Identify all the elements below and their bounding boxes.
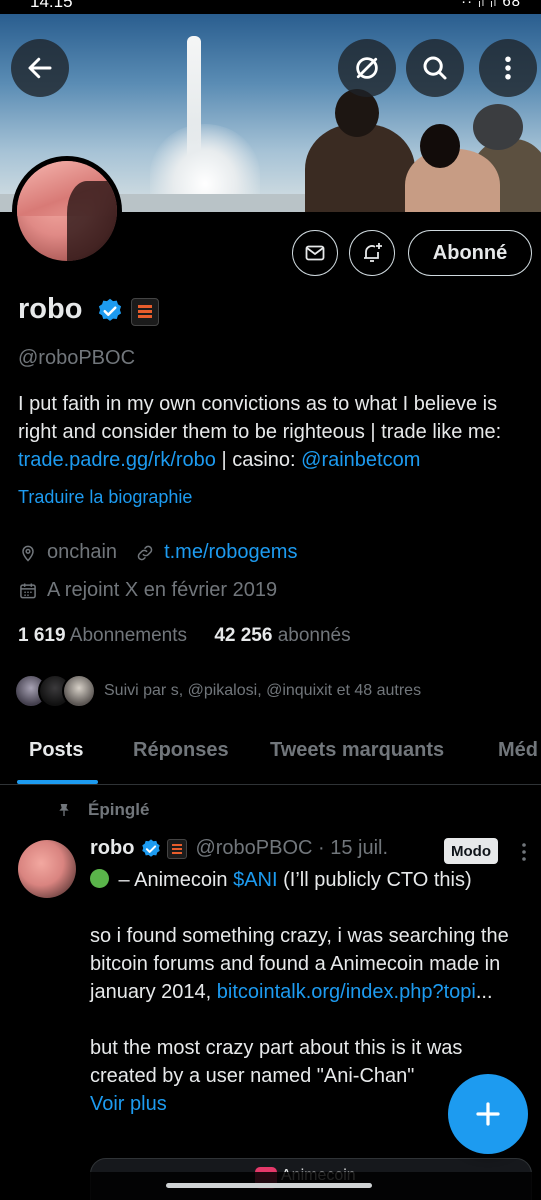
profile-location: onchain bbox=[47, 541, 118, 563]
bio-link-casino[interactable]: @rainbetcom bbox=[301, 449, 420, 471]
search-button[interactable] bbox=[406, 39, 464, 97]
profile-handle: @roboPBOC bbox=[18, 347, 136, 369]
pinned-text: Épinglé bbox=[88, 800, 150, 819]
message-button[interactable] bbox=[292, 230, 338, 276]
link-icon bbox=[137, 545, 153, 560]
tweet-link[interactable]: bitcointalk.org/index.php?topi bbox=[217, 981, 476, 1003]
bell-plus-icon bbox=[364, 243, 382, 262]
profile-joined: A rejoint X en février 2019 bbox=[47, 579, 278, 601]
hide-button[interactable] bbox=[338, 39, 396, 97]
profile-tabs: Posts Réponses Tweets marquants Méd bbox=[0, 733, 541, 785]
tab-posts[interactable]: Posts bbox=[29, 739, 83, 762]
tab-replies[interactable]: Réponses bbox=[133, 739, 229, 762]
notify-button[interactable] bbox=[349, 230, 395, 276]
affiliate-logo-icon bbox=[172, 843, 183, 854]
affiliate-badge bbox=[167, 838, 188, 859]
back-button[interactable] bbox=[11, 39, 69, 97]
followers-label: abonnés bbox=[277, 625, 351, 646]
affiliate-logo-icon bbox=[138, 305, 152, 319]
followed-by-row[interactable]: Suivi par s, @pikalosi, @inquixit et 48 … bbox=[14, 674, 421, 708]
following-button[interactable]: Abonné bbox=[408, 230, 532, 276]
mod-badge: Modo bbox=[444, 838, 498, 864]
search-icon bbox=[423, 56, 447, 80]
bio-text: I put faith in my own convictions as to … bbox=[18, 393, 502, 443]
follow-counts: 1 619 Abonnements 42 256 abonnés bbox=[18, 625, 351, 647]
tweet-spacer bbox=[90, 1006, 530, 1034]
affiliate-badge[interactable] bbox=[131, 298, 159, 326]
followers-count: 42 256 bbox=[214, 625, 273, 646]
avatar-image bbox=[17, 161, 117, 261]
message-icon bbox=[305, 245, 325, 261]
back-arrow-icon bbox=[28, 57, 52, 79]
following-label: Abonnements bbox=[69, 625, 188, 646]
status-icons: ·· ᵢₗ ᵢₗ 68 bbox=[461, 0, 521, 10]
plus-icon bbox=[476, 1102, 500, 1126]
banner-people bbox=[305, 84, 541, 212]
tweet-more-icon[interactable] bbox=[516, 840, 532, 864]
system-nav-bar bbox=[0, 1172, 541, 1200]
bio-separator: | casino: bbox=[215, 449, 302, 471]
tab-highlights[interactable]: Tweets marquants bbox=[270, 739, 444, 762]
active-tab-indicator bbox=[17, 780, 98, 784]
green-circle-emoji bbox=[90, 869, 109, 888]
banner-person-head bbox=[473, 104, 523, 150]
profile-website[interactable]: t.me/robogems bbox=[164, 541, 297, 564]
pinned-label: Épinglé bbox=[56, 800, 149, 820]
following-link[interactable]: 1 619 Abonnements bbox=[18, 625, 187, 646]
tab-media[interactable]: Méd bbox=[498, 739, 538, 762]
tweet-text: (I’ll publicly CTO this) bbox=[277, 869, 472, 891]
profile-avatar[interactable] bbox=[12, 156, 122, 266]
tweet-body[interactable]: – Animecoin $ANI (I’ll publicly CTO this… bbox=[90, 866, 530, 1118]
status-time: 14:15 bbox=[30, 0, 73, 11]
cashtag-link[interactable]: $ANI bbox=[233, 869, 277, 891]
verified-icon bbox=[142, 838, 161, 857]
banner-person bbox=[305, 124, 415, 212]
location-icon bbox=[22, 545, 34, 562]
followers-link[interactable]: 42 256 abonnés bbox=[214, 625, 350, 646]
avatar-shade bbox=[67, 181, 117, 261]
profile-meta-location-website: onchain t.me/robogems bbox=[18, 541, 297, 564]
profile-name: robo bbox=[18, 293, 83, 325]
verified-icon[interactable] bbox=[96, 297, 124, 325]
tweet-text: but the most crazy part about this is it… bbox=[90, 1037, 463, 1087]
tweet-paragraph-2: so i found something crazy, i was search… bbox=[90, 922, 530, 1006]
pin-icon bbox=[59, 804, 69, 816]
compose-button[interactable] bbox=[448, 1074, 528, 1154]
tweet-avatar[interactable] bbox=[18, 840, 76, 898]
follower-avatar bbox=[62, 674, 96, 708]
calendar-icon bbox=[20, 583, 36, 598]
tweet-header: robo @roboPBOC · 15 juil. bbox=[90, 837, 388, 860]
followed-by-text: Suivi par s, @pikalosi, @inquixit et 48 … bbox=[104, 682, 422, 699]
tweet-author-name[interactable]: robo bbox=[90, 837, 134, 860]
tweet-text: – Animecoin bbox=[113, 869, 234, 891]
tweet-handle-date: @roboPBOC · 15 juil. bbox=[195, 837, 389, 859]
tweet-text: ... bbox=[475, 981, 493, 1003]
profile-bio: I put faith in my own convictions as to … bbox=[18, 390, 533, 474]
tweet-line-1: – Animecoin $ANI (I’ll publicly CTO this… bbox=[90, 866, 530, 894]
following-count: 1 619 bbox=[18, 625, 66, 646]
status-bar: 14:15 ·· ᵢₗ ᵢₗ 68 bbox=[0, 0, 541, 14]
banner-person-head bbox=[420, 124, 460, 168]
tweet-spacer bbox=[90, 894, 530, 922]
translate-bio-link[interactable]: Traduire la biographie bbox=[18, 487, 192, 508]
hide-icon bbox=[356, 57, 378, 79]
gesture-handle[interactable] bbox=[166, 1183, 372, 1188]
more-vertical-icon bbox=[505, 56, 511, 80]
bio-link-trade[interactable]: trade.padre.gg/rk/robo bbox=[18, 449, 216, 471]
profile-meta-joined: A rejoint X en février 2019 bbox=[18, 579, 277, 602]
more-button[interactable] bbox=[479, 39, 537, 97]
